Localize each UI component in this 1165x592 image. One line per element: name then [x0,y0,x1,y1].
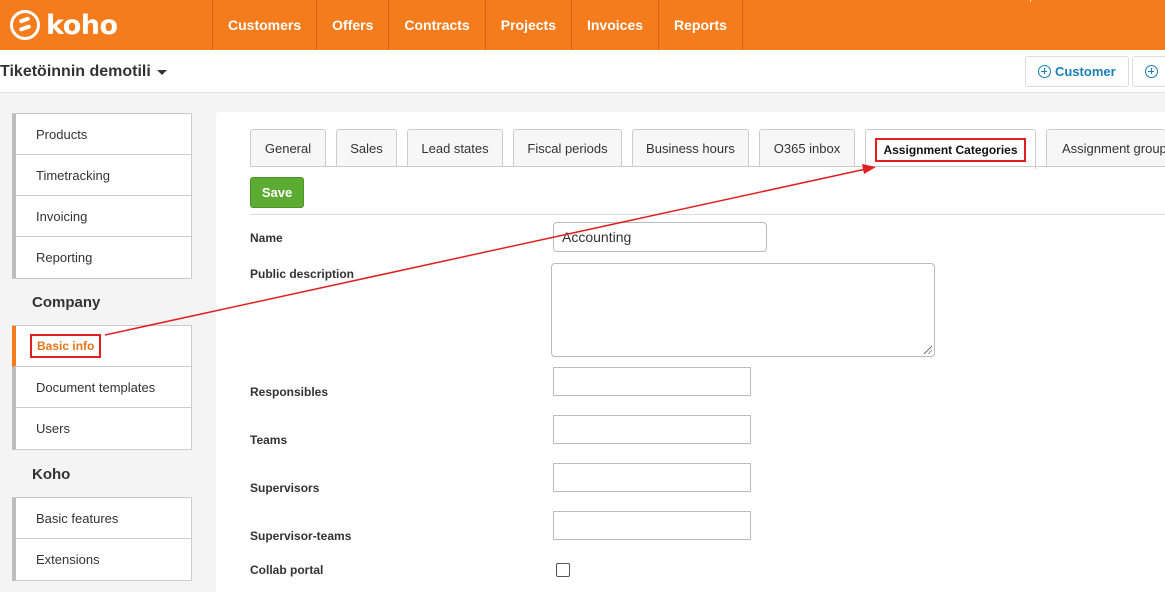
new-item-button[interactable] [1132,56,1165,87]
tab-assignment-categories-label: Assignment Categories [875,137,1026,162]
sidebar-item-timetracking[interactable]: Timetracking [16,155,191,196]
sidebar-heading-koho: Koho [32,466,71,483]
tab-sales[interactable]: Sales [336,129,397,167]
name-input-value: Accounting [562,229,632,245]
sidebar-item-basic-info-label: Basic info [30,334,102,358]
save-button[interactable]: Save [250,177,304,208]
top-navigation-bar: koho Customers Offers Contracts Projects… [0,0,1165,50]
account-selector[interactable]: Tiketöinnin demotili [0,63,167,81]
supervisors-label: Supervisors [250,481,320,495]
koho-logo[interactable]: koho [10,8,118,42]
collab-portal-checkbox[interactable] [556,563,570,577]
sub-header: Tiketöinnin demotili Customer [0,50,1165,93]
sidebar-item-reporting[interactable]: Reporting [16,237,191,278]
public-description-label: Public description [250,267,355,281]
sidebar-item-extensions[interactable]: Extensions [16,539,191,580]
teams-label: Teams [250,433,288,447]
tab-divider [250,166,1165,167]
name-input[interactable]: Accounting [553,222,767,252]
sidebar-item-invoicing[interactable]: Invoicing [16,196,191,237]
nav-offers[interactable]: Offers [316,0,388,50]
nav-projects[interactable]: Projects [484,0,571,50]
tab-assignment-group[interactable]: Assignment group [1046,129,1165,167]
sidebar-item-document-templates[interactable]: Document templates [16,367,191,408]
name-label: Name [250,231,283,245]
tab-assignment-categories[interactable]: Assignment Categories [865,129,1036,169]
plus-circle-icon [1038,65,1051,78]
plus-circle-icon [1145,65,1158,78]
tab-business-hours[interactable]: Business hours [632,129,749,167]
tab-fiscal-periods[interactable]: Fiscal periods [513,129,622,167]
sidebar-group-settings: Products Timetracking Invoicing Reportin… [12,113,192,279]
supervisors-input[interactable] [553,463,751,492]
nav-reports[interactable]: Reports [658,0,743,50]
responsibles-label: Responsibles [250,385,329,399]
caret-down-icon [156,69,167,75]
teams-input[interactable] [553,415,751,444]
sidebar-item-basic-features[interactable]: Basic features [16,498,191,539]
nav-divider [1030,0,1031,2]
new-customer-label: Customer [1055,64,1116,79]
sidebar-heading-company: Company [32,294,101,311]
new-customer-button[interactable]: Customer [1025,56,1129,87]
tab-general[interactable]: General [250,129,326,167]
sidebar-item-users[interactable]: Users [16,408,191,449]
main-nav: Customers Offers Contracts Projects Invo… [212,0,743,50]
sidebar-item-products[interactable]: Products [16,114,191,155]
tab-o365-inbox[interactable]: O365 inbox [759,129,855,167]
koho-logo-icon [10,10,40,40]
account-name: Tiketöinnin demotili [0,63,151,80]
supervisor-teams-input[interactable] [553,511,751,540]
responsibles-input[interactable] [553,367,751,396]
nav-contracts[interactable]: Contracts [388,0,484,50]
nav-invoices[interactable]: Invoices [570,0,658,50]
form-divider [250,214,1165,215]
public-description-textarea[interactable] [551,263,935,357]
tab-lead-states[interactable]: Lead states [407,129,503,167]
nav-customers[interactable]: Customers [212,0,316,50]
sidebar-group-koho: Basic features Extensions [12,497,192,581]
sidebar-group-company: Basic info Document templates Users [12,325,192,450]
logo-text: koho [46,9,118,41]
sidebar-item-basic-info[interactable]: Basic info [12,326,191,367]
collab-portal-label: Collab portal [250,563,324,577]
supervisor-teams-label: Supervisor-teams [250,529,352,543]
resize-handle-icon[interactable] [922,344,932,354]
